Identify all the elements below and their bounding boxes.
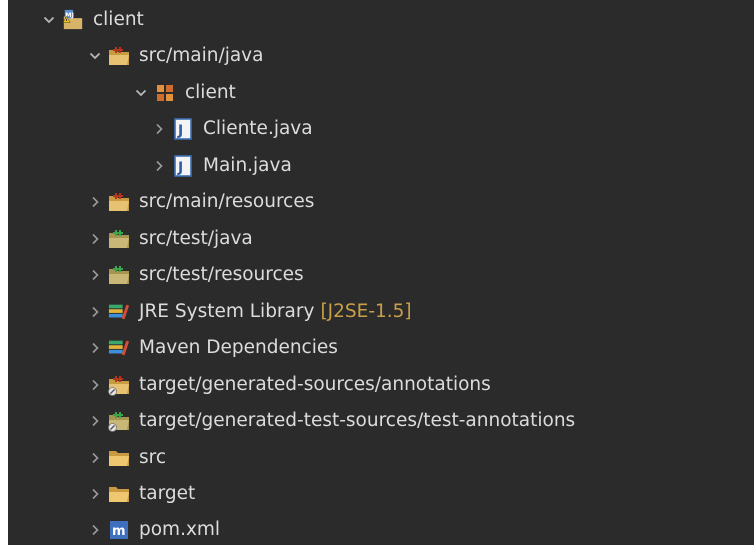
tree-item-label: client	[93, 9, 144, 30]
tree-item-label: pom.xml	[139, 519, 221, 540]
tree-item-cliente-java[interactable]: J Cliente.java	[150, 111, 313, 147]
chevron-right-icon[interactable]	[86, 184, 104, 220]
tree-item-label: src	[139, 447, 167, 468]
chevron-right-icon[interactable]	[150, 111, 168, 147]
tree-item-label: JRE System Library	[139, 301, 315, 322]
chevron-right-icon[interactable]	[86, 403, 104, 439]
chevron-right-icon[interactable]	[150, 148, 168, 184]
tree-item-jre-system-library[interactable]: JRE System Library [J2SE-1.5]	[86, 294, 412, 330]
tree-item-label: src/test/java	[139, 228, 253, 249]
tree-item-src-main-resources[interactable]: src/main/resources	[86, 184, 314, 220]
folder-icon	[108, 447, 130, 469]
maven-project-icon: MJ	[62, 9, 84, 31]
tree-item-maven-dependencies[interactable]: Maven Dependencies	[86, 330, 338, 366]
screenshot-frame: MJ client src/main/java client J Cliente…	[0, 0, 754, 545]
chevron-down-icon[interactable]	[86, 38, 104, 74]
tree-item-label: target/generated-test-sources/test-annot…	[139, 410, 576, 431]
library-icon	[108, 337, 130, 359]
test-source-folder-icon	[108, 264, 130, 286]
chevron-right-icon[interactable]	[86, 512, 104, 548]
svg-text:J: J	[177, 123, 183, 139]
tree-item-pom-xml[interactable]: m pom.xml	[86, 512, 220, 548]
chevron-right-icon[interactable]	[86, 367, 104, 403]
generated-source-folder-icon	[108, 374, 130, 396]
chevron-right-icon[interactable]	[86, 440, 104, 476]
java-file-icon: J	[172, 118, 194, 140]
tree-item-label: client	[185, 82, 236, 103]
tree-item-label: Maven Dependencies	[139, 337, 338, 358]
package-icon	[154, 82, 176, 104]
java-file-icon: J	[172, 155, 194, 177]
folder-icon	[108, 483, 130, 505]
tree-item-label: src/test/resources	[139, 264, 304, 285]
tree-item-target-folder[interactable]: target	[86, 476, 195, 512]
chevron-down-icon[interactable]	[132, 75, 150, 111]
source-folder-icon	[108, 45, 130, 67]
tree-item-client-project[interactable]: MJ client	[40, 2, 144, 38]
generated-test-source-folder-icon	[108, 410, 130, 432]
tree-item-generated-sources[interactable]: target/generated-sources/annotations	[86, 367, 491, 403]
chevron-right-icon[interactable]	[86, 221, 104, 257]
tree-item-src-test-resources[interactable]: src/test/resources	[86, 257, 304, 293]
tree-item-label: src/main/java	[139, 45, 264, 66]
library-icon	[108, 301, 130, 323]
chevron-right-icon[interactable]	[86, 476, 104, 512]
tree-item-label: target	[139, 483, 196, 504]
tree-item-generated-test-sources[interactable]: target/generated-test-sources/test-annot…	[86, 403, 575, 439]
tree-item-src-main-java[interactable]: src/main/java	[86, 38, 263, 74]
chevron-down-icon[interactable]	[40, 2, 58, 38]
chevron-right-icon[interactable]	[86, 294, 104, 330]
chevron-right-icon[interactable]	[86, 257, 104, 293]
maven-pom-icon: m	[108, 519, 130, 541]
tree-item-label: target/generated-sources/annotations	[139, 374, 491, 395]
tree-item-client-package[interactable]: client	[132, 75, 236, 111]
source-folder-icon	[108, 191, 130, 213]
jre-version-decoration: [J2SE-1.5]	[320, 301, 412, 322]
tree-item-label: src/main/resources	[139, 191, 315, 212]
test-source-folder-icon	[108, 228, 130, 250]
tree-item-label: Cliente.java	[203, 118, 313, 139]
tree-item-main-java[interactable]: J Main.java	[150, 148, 292, 184]
svg-text:J: J	[177, 160, 183, 176]
tree-item-src-folder[interactable]: src	[86, 440, 166, 476]
chevron-right-icon[interactable]	[86, 330, 104, 366]
tree-item-src-test-java[interactable]: src/test/java	[86, 221, 253, 257]
svg-text:m: m	[112, 524, 126, 539]
tree-item-label: Main.java	[203, 155, 292, 176]
project-explorer-tree: MJ client src/main/java client J Cliente…	[8, 0, 754, 545]
